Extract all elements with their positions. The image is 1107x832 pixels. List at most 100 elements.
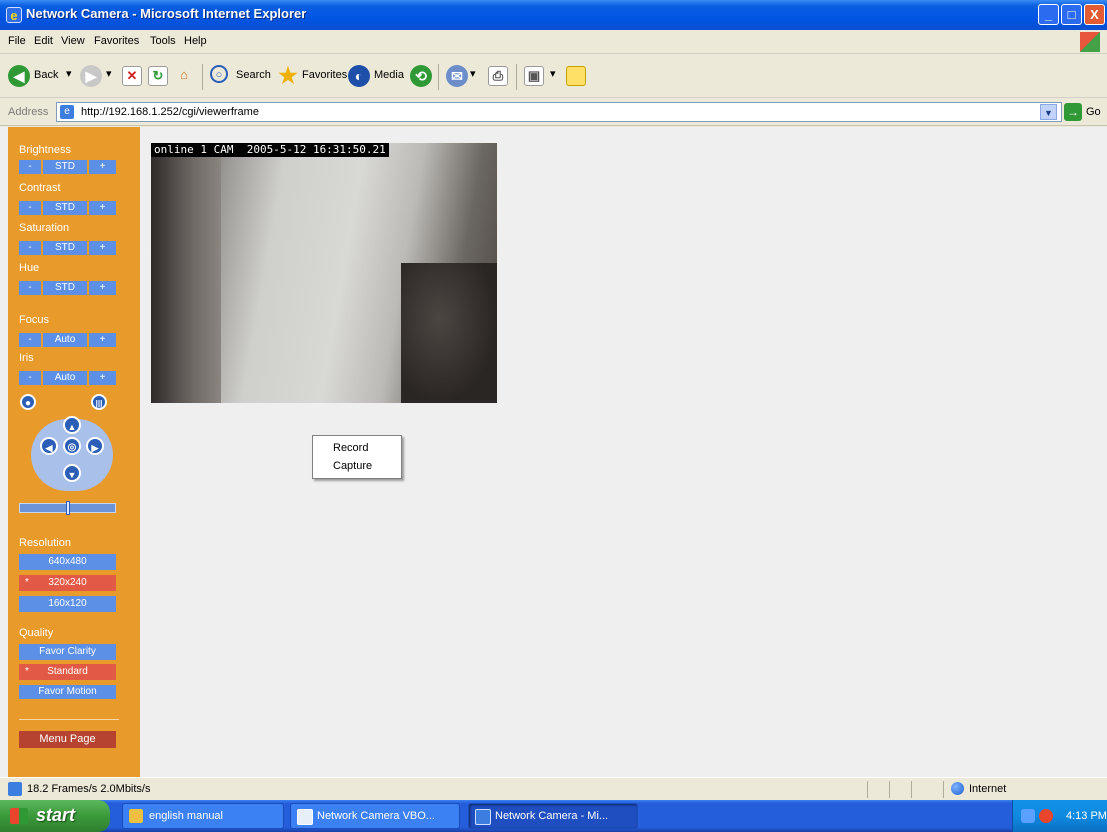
- zoom-out-icon[interactable]: |||: [91, 394, 107, 410]
- pan-left-icon[interactable]: ◀: [40, 437, 58, 455]
- print-icon[interactable]: ⎙: [488, 66, 508, 86]
- ie-icon: [475, 809, 491, 825]
- search-icon[interactable]: ○: [210, 65, 228, 83]
- pan-right-icon[interactable]: ▶: [86, 437, 104, 455]
- menu-file[interactable]: File: [8, 35, 26, 47]
- toolbar-separator: [438, 64, 439, 90]
- favorites-star-icon[interactable]: ★: [277, 65, 299, 87]
- contrast-plus-button[interactable]: +: [89, 201, 116, 215]
- hue-std-button[interactable]: STD: [43, 281, 87, 295]
- saturation-minus-button[interactable]: -: [19, 241, 41, 255]
- media-icon[interactable]: ◐: [348, 65, 370, 87]
- page-content: Brightness - STD + Contrast - STD + Satu…: [0, 127, 1107, 777]
- contrast-minus-button[interactable]: -: [19, 201, 41, 215]
- camera-video-feed[interactable]: online 1 CAM 2005-5-12 16:31:50.21: [151, 143, 497, 403]
- history-icon[interactable]: ⟲: [410, 65, 432, 87]
- page-status-icon: [8, 782, 22, 796]
- menu-bar: File Edit View Favorites Tools Help: [0, 30, 1107, 54]
- menu-page-button[interactable]: Menu Page: [19, 731, 116, 748]
- status-divider: [943, 781, 944, 798]
- word-document-icon: [297, 809, 313, 825]
- focus-control: - Auto +: [19, 333, 116, 347]
- home-icon[interactable]: ⌂: [174, 66, 194, 86]
- contrast-std-button[interactable]: STD: [43, 201, 87, 215]
- go-arrow-icon[interactable]: →: [1064, 103, 1082, 121]
- brightness-plus-button[interactable]: +: [89, 160, 116, 174]
- edit-dropdown-icon[interactable]: ▾: [550, 67, 556, 80]
- hue-control: - STD +: [19, 281, 116, 295]
- media-button[interactable]: Media: [374, 69, 404, 81]
- status-text: 18.2 Frames/s 2.0Mbits/s: [27, 783, 151, 795]
- iris-plus-button[interactable]: +: [89, 371, 116, 385]
- focus-minus-button[interactable]: -: [19, 333, 41, 347]
- saturation-plus-button[interactable]: +: [89, 241, 116, 255]
- forward-arrow-icon[interactable]: ▶: [80, 65, 102, 87]
- minimize-button[interactable]: _: [1038, 4, 1059, 25]
- toolbar-separator: [516, 64, 517, 90]
- resolution-320x240-button[interactable]: * 320x240: [19, 575, 116, 591]
- quality-favor-clarity-button[interactable]: Favor Clarity: [19, 644, 116, 660]
- context-menu: Record Capture: [312, 435, 402, 479]
- start-button[interactable]: start: [0, 800, 110, 832]
- mail-dropdown-icon[interactable]: ▾: [470, 67, 476, 80]
- context-record-item[interactable]: Record: [333, 442, 368, 454]
- quality-favor-motion-label: Favor Motion: [38, 686, 97, 697]
- pan-up-icon[interactable]: ▲: [63, 416, 81, 434]
- close-button[interactable]: X: [1084, 4, 1105, 25]
- focus-plus-button[interactable]: +: [89, 333, 116, 347]
- mail-icon[interactable]: ✉: [446, 65, 468, 87]
- maximize-button[interactable]: □: [1061, 4, 1082, 25]
- hue-plus-button[interactable]: +: [89, 281, 116, 295]
- iris-minus-button[interactable]: -: [19, 371, 41, 385]
- focus-auto-button[interactable]: Auto: [43, 333, 87, 347]
- quality-standard-button[interactable]: * Standard: [19, 664, 116, 680]
- menu-tools[interactable]: Tools: [150, 35, 176, 47]
- contrast-control: - STD +: [19, 201, 116, 215]
- task-english-manual[interactable]: english manual: [122, 803, 284, 829]
- address-field[interactable]: e http://192.168.1.252/cgi/viewerframe ▼: [56, 102, 1062, 122]
- task-network-camera-ie[interactable]: Network Camera - Mi...: [468, 803, 638, 829]
- address-url[interactable]: http://192.168.1.252/cgi/viewerframe: [81, 106, 259, 118]
- menu-favorites[interactable]: Favorites: [94, 35, 139, 47]
- menu-edit[interactable]: Edit: [34, 35, 53, 47]
- page-icon: e: [60, 105, 74, 119]
- resolution-160x120-button[interactable]: 160x120: [19, 596, 116, 612]
- quality-favor-motion-button[interactable]: Favor Motion: [19, 685, 116, 699]
- speed-slider-handle[interactable]: [66, 501, 70, 515]
- go-button[interactable]: Go: [1086, 106, 1101, 118]
- home-position-icon[interactable]: ◎: [63, 437, 81, 455]
- brightness-control: - STD +: [19, 160, 116, 174]
- back-button[interactable]: Back: [34, 69, 58, 81]
- ie-logo-icon: e: [6, 7, 22, 23]
- speed-slider[interactable]: [19, 501, 116, 515]
- search-button[interactable]: Search: [236, 69, 271, 81]
- clock[interactable]: 4:13 PM: [1066, 810, 1107, 822]
- quality-favor-clarity-label: Favor Clarity: [39, 646, 96, 657]
- back-arrow-icon[interactable]: ◀: [8, 65, 30, 87]
- stop-icon[interactable]: ✕: [122, 66, 142, 86]
- address-dropdown-icon[interactable]: ▼: [1040, 104, 1057, 120]
- network-tray-icon[interactable]: [1021, 809, 1035, 823]
- refresh-icon[interactable]: ↻: [148, 66, 168, 86]
- favorites-button[interactable]: Favorites: [302, 69, 347, 81]
- zoom-in-icon[interactable]: ●: [20, 394, 36, 410]
- forward-dropdown-icon[interactable]: ▾: [106, 67, 112, 80]
- brightness-label: Brightness: [19, 144, 71, 156]
- alert-tray-icon[interactable]: [1039, 809, 1053, 823]
- menu-view[interactable]: View: [61, 35, 85, 47]
- saturation-std-button[interactable]: STD: [43, 241, 87, 255]
- messenger-icon[interactable]: [566, 66, 586, 86]
- pan-down-icon[interactable]: ▼: [63, 464, 81, 482]
- brightness-minus-button[interactable]: -: [19, 160, 41, 174]
- context-capture-item[interactable]: Capture: [333, 460, 372, 472]
- brightness-std-button[interactable]: STD: [43, 160, 87, 174]
- back-dropdown-icon[interactable]: ▾: [66, 67, 72, 80]
- hue-minus-button[interactable]: -: [19, 281, 41, 295]
- task-word-document[interactable]: Network Camera VBO...: [290, 803, 460, 829]
- menu-help[interactable]: Help: [184, 35, 207, 47]
- folder-icon: [129, 809, 143, 823]
- iris-auto-button[interactable]: Auto: [43, 371, 87, 385]
- edit-icon[interactable]: ▣: [524, 66, 544, 86]
- address-bar: Address e http://192.168.1.252/cgi/viewe…: [0, 99, 1107, 126]
- resolution-640x480-button[interactable]: 640x480: [19, 554, 116, 570]
